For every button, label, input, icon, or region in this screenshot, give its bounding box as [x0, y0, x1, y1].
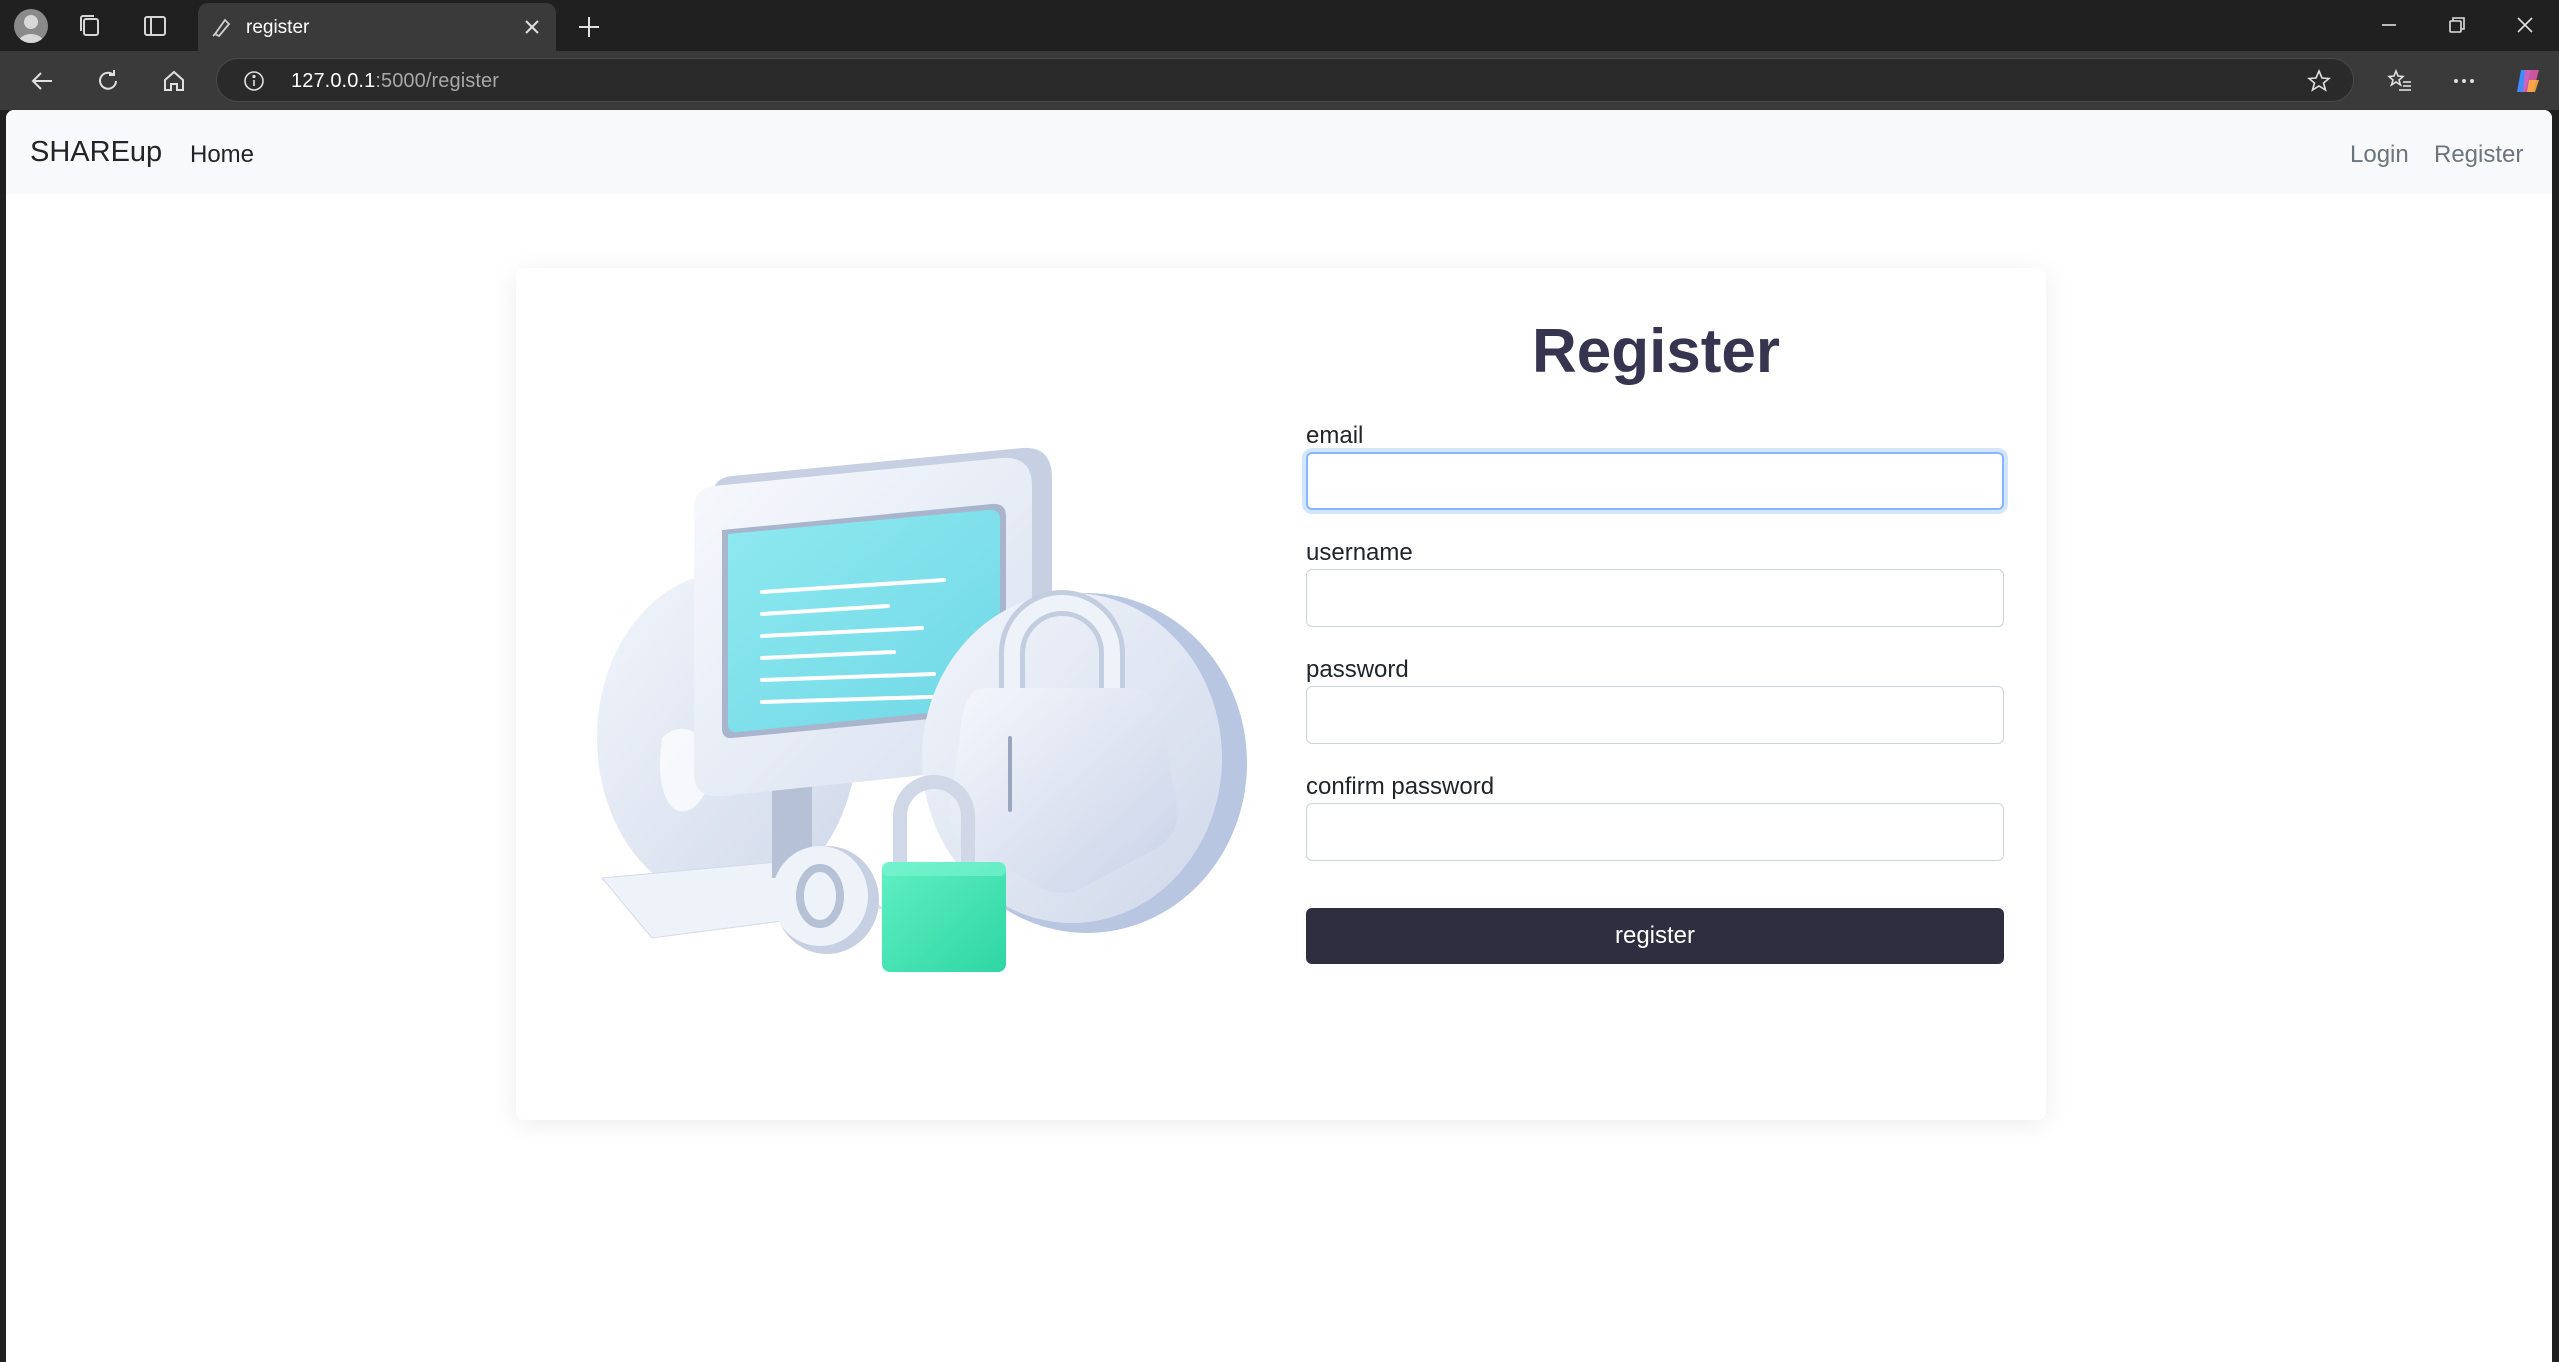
site-navbar: SHAREup Home Login Register: [6, 110, 2552, 194]
confirm-password-field[interactable]: [1306, 803, 2004, 861]
page-title: Register: [1531, 317, 1781, 386]
home-icon[interactable]: [154, 63, 194, 99]
active-tab[interactable]: register: [198, 3, 556, 51]
email-field[interactable]: [1306, 452, 2004, 510]
url-path: :5000/register: [375, 70, 500, 92]
favorites-list-icon[interactable]: [2380, 63, 2420, 99]
register-button[interactable]: register: [1306, 908, 2004, 964]
nav-link-register[interactable]: Register: [2434, 141, 2523, 169]
favorite-star-icon[interactable]: [2303, 66, 2335, 96]
username-label: username: [1306, 539, 1413, 566]
copilot-icon[interactable]: [2508, 63, 2548, 99]
browser-toolbar: 127.0.0.1:5000/register: [0, 51, 2559, 110]
collections-icon[interactable]: [74, 9, 108, 43]
tab-actions-icon[interactable]: [138, 9, 172, 43]
url-text[interactable]: 127.0.0.1:5000/register: [291, 70, 499, 93]
url-host: 127.0.0.1: [291, 70, 376, 92]
username-field[interactable]: [1306, 569, 2004, 627]
back-icon[interactable]: [22, 63, 62, 99]
confirm-password-label: confirm password: [1306, 773, 1495, 800]
tab-title: register: [246, 17, 310, 38]
new-tab-icon[interactable]: [572, 10, 606, 44]
site-info-icon[interactable]: [239, 66, 269, 96]
restore-icon[interactable]: [2440, 8, 2474, 42]
address-bar[interactable]: 127.0.0.1:5000/register: [216, 58, 2354, 102]
password-label: password: [1306, 656, 1409, 683]
profile-icon[interactable]: [14, 9, 48, 43]
brand-logo[interactable]: SHAREup: [30, 136, 162, 169]
security-illustration: [582, 438, 1252, 998]
register-card: Register email username password confirm…: [516, 268, 2046, 1120]
tab-strip: register: [0, 0, 2559, 51]
more-icon[interactable]: [2444, 63, 2484, 99]
nav-link-home[interactable]: Home: [190, 141, 254, 169]
reload-icon[interactable]: [88, 63, 128, 99]
window-close-icon[interactable]: [2508, 8, 2542, 42]
close-icon[interactable]: [518, 13, 546, 41]
email-label: email: [1306, 422, 1364, 449]
nav-link-login[interactable]: Login: [2350, 141, 2409, 169]
tab-favicon-icon: [210, 15, 234, 39]
page-viewport: SHAREup Home Login Register Register ema…: [6, 110, 2552, 1362]
password-field[interactable]: [1306, 686, 2004, 744]
minimize-icon[interactable]: [2372, 8, 2406, 42]
